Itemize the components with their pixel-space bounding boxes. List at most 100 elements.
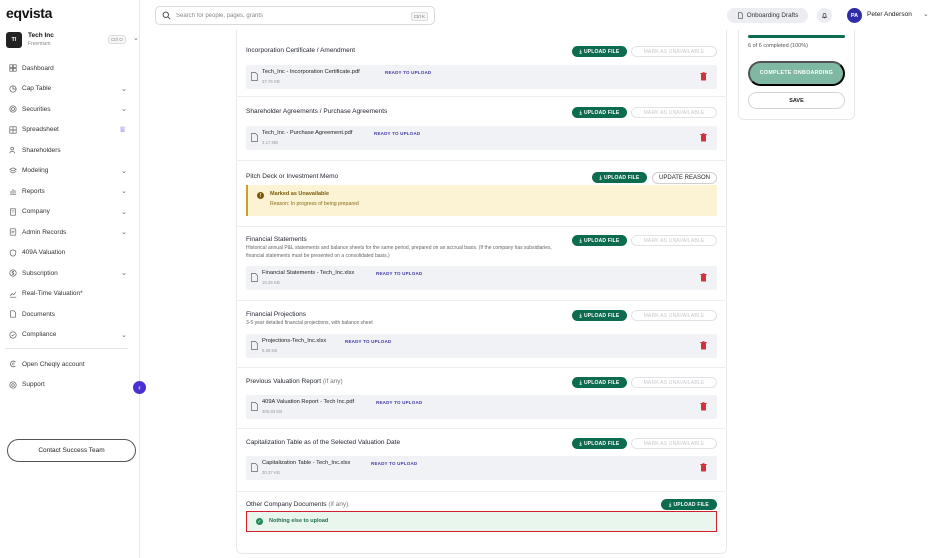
file-size: 30.37 KB bbox=[262, 470, 280, 475]
contact-success-team-button[interactable]: Contact Success Team bbox=[7, 439, 136, 462]
mark-as-unavailable-button[interactable]: MARK AS UNAVAILABLE bbox=[631, 377, 717, 388]
upload-file-button[interactable]: ⤓ UPLOAD FILE bbox=[592, 172, 647, 183]
ready-status: READY TO UPLOAD bbox=[345, 339, 392, 344]
chevron-down-icon: ⌄ bbox=[121, 188, 127, 195]
mark-as-unavailable-button[interactable]: MARK AS UNAVAILABLE bbox=[631, 310, 717, 321]
pie-icon bbox=[8, 84, 17, 93]
file-row: Financial Statements - Tech_Inc.xlsx 10.… bbox=[246, 266, 717, 290]
sidebar-item-label: Subscription bbox=[22, 269, 58, 277]
upload-file-button[interactable]: ⤓ UPLOAD FILE bbox=[572, 377, 627, 388]
notifications-button[interactable] bbox=[817, 8, 832, 23]
unavailable-title: Marked as Unavailable bbox=[270, 191, 330, 197]
ready-status: READY TO UPLOAD bbox=[376, 271, 423, 276]
trash-icon[interactable] bbox=[700, 273, 707, 282]
sidebar-item-label: Support bbox=[22, 381, 45, 389]
section-divider bbox=[236, 160, 727, 161]
file-name: 409A Valuation Report - Tech Inc.pdf bbox=[262, 399, 355, 405]
sidebar-item-dashboard[interactable]: Dashboard bbox=[0, 58, 140, 79]
trash-icon[interactable] bbox=[700, 402, 707, 411]
unavailable-notice: ! Marked as Unavailable Reason: In progr… bbox=[246, 185, 717, 216]
chevron-down-icon[interactable]: ⌄ bbox=[133, 34, 139, 42]
file-icon bbox=[251, 273, 258, 282]
sidebar-item-modeling[interactable]: Modeling ⌄ bbox=[0, 161, 140, 182]
complete-onboarding-button[interactable]: COMPLETE ONBOARDING bbox=[748, 61, 845, 86]
sidebar-item-shareholders[interactable]: Shareholders bbox=[0, 140, 140, 161]
download-icon: ⤓ bbox=[579, 237, 582, 244]
warning-icon: ! bbox=[257, 192, 264, 199]
optional-label: (if any) bbox=[322, 378, 343, 385]
section-divider bbox=[236, 226, 727, 227]
trash-icon[interactable] bbox=[700, 463, 707, 472]
progress-bar bbox=[748, 35, 845, 38]
sidebar-item-admin-records[interactable]: Admin Records ⌄ bbox=[0, 222, 140, 243]
help-icon bbox=[8, 380, 17, 389]
download-icon: ⤓ bbox=[579, 440, 582, 447]
file-size: 37.76 KB bbox=[262, 79, 280, 84]
unavailable-reason: Reason: In progress of being prepared bbox=[270, 201, 359, 207]
upload-file-button[interactable]: ⤓ UPLOAD FILE bbox=[572, 107, 627, 118]
upload-file-button[interactable]: ⤓ UPLOAD FILE bbox=[572, 310, 627, 321]
ready-status: READY TO UPLOAD bbox=[371, 461, 418, 466]
section-divider bbox=[236, 96, 727, 97]
upload-file-button[interactable]: ⤓ UPLOAD FILE bbox=[572, 438, 627, 449]
file-row: Capitalization Table - Tech_Inc.xlsx 30.… bbox=[246, 456, 717, 480]
sidebar-item-compliance[interactable]: Compliance ⌄ bbox=[0, 325, 140, 346]
ready-status: READY TO UPLOAD bbox=[385, 70, 432, 75]
document-description: 3-5 year detailed financial projections,… bbox=[246, 320, 373, 326]
mark-as-unavailable-button[interactable]: MARK AS UNAVAILABLE bbox=[631, 438, 717, 449]
sidebar-item-label: Compliance bbox=[22, 331, 57, 339]
upload-file-button[interactable]: ⤓ UPLOAD FILE bbox=[572, 235, 627, 246]
sidebar-item-open-cheqly-account[interactable]: Open Cheqly account bbox=[0, 354, 140, 375]
ready-status: READY TO UPLOAD bbox=[376, 400, 423, 405]
sidebar-item-reports[interactable]: Reports ⌄ bbox=[0, 181, 140, 202]
sidebar-nav: Dashboard Cap Table ⌄ Securities ⌄ Sprea… bbox=[0, 58, 140, 345]
check-circle-icon: ✓ bbox=[256, 518, 263, 525]
sidebar-item-label: 409A Valuation bbox=[22, 249, 66, 257]
file-size: 2.17 MB bbox=[262, 140, 279, 145]
sidebar-item-real-time-valuation[interactable]: Real-Time Valuation* bbox=[0, 284, 140, 305]
save-button[interactable]: SAVE bbox=[748, 92, 845, 109]
update-reason-button[interactable]: UPDATE REASON bbox=[652, 172, 717, 184]
sidebar-item-support[interactable]: Support bbox=[0, 375, 140, 396]
collapse-sidebar-icon[interactable]: ‹ bbox=[133, 381, 146, 394]
layers-icon bbox=[8, 166, 17, 175]
sidebar-item-subscription[interactable]: Subscription ⌄ bbox=[0, 263, 140, 284]
onboarding-drafts-button[interactable]: Onboarding Drafts bbox=[727, 8, 808, 23]
user-name[interactable]: Peter Anderson bbox=[867, 11, 912, 18]
check-shield-icon bbox=[8, 330, 17, 339]
user-avatar[interactable]: PA bbox=[847, 8, 862, 23]
sidebar-item-cap-table[interactable]: Cap Table ⌄ bbox=[0, 79, 140, 100]
draft-document-icon bbox=[737, 12, 743, 19]
download-icon: ⤓ bbox=[599, 174, 602, 181]
search-bar[interactable]: Ctrl K bbox=[155, 6, 435, 25]
sidebar-item-securities[interactable]: Securities ⌄ bbox=[0, 99, 140, 120]
search-input[interactable] bbox=[176, 12, 396, 19]
trash-icon[interactable] bbox=[700, 341, 707, 350]
sidebar: eqvista TI Tech Inc Freemium Ctrl O ⌄ Da… bbox=[0, 0, 140, 558]
sidebar-item-label: Spreadsheet bbox=[22, 126, 59, 134]
app-logo[interactable]: eqvista bbox=[6, 5, 52, 21]
company-switcher[interactable]: TI Tech Inc Freemium Ctrl O ⌄ bbox=[6, 30, 139, 50]
chevron-down-icon[interactable]: ⌄ bbox=[923, 10, 929, 18]
sidebar-item-409a-valuation[interactable]: 409A Valuation bbox=[0, 243, 140, 264]
sidebar-item-label: Modeling bbox=[22, 167, 49, 175]
file-icon bbox=[251, 133, 258, 142]
mark-as-unavailable-button[interactable]: MARK AS UNAVAILABLE bbox=[631, 46, 717, 57]
mark-as-unavailable-button[interactable]: MARK AS UNAVAILABLE bbox=[631, 107, 717, 118]
sidebar-item-spreadsheet[interactable]: Spreadsheet ♕ bbox=[0, 120, 140, 141]
upload-file-button[interactable]: ⤓ UPLOAD FILE bbox=[572, 46, 627, 57]
upload-file-button[interactable]: ⤓ UPLOAD FILE bbox=[661, 499, 717, 510]
chevron-down-icon: ⌄ bbox=[121, 85, 127, 93]
file-icon bbox=[251, 402, 258, 411]
ready-status: READY TO UPLOAD bbox=[374, 131, 421, 136]
document-title: Incorporation Certificate / Amendment bbox=[246, 47, 356, 54]
trash-icon[interactable] bbox=[700, 133, 707, 142]
sidebar-item-documents[interactable]: Documents bbox=[0, 304, 140, 325]
trash-icon[interactable] bbox=[700, 72, 707, 81]
mark-as-unavailable-button[interactable]: MARK AS UNAVAILABLE bbox=[631, 235, 717, 246]
chevron-down-icon: ⌄ bbox=[121, 229, 127, 236]
sidebar-item-label: Dashboard bbox=[22, 64, 54, 72]
sidebar-item-company[interactable]: Company ⌄ bbox=[0, 202, 140, 223]
file-size: 306.83 KB bbox=[262, 409, 283, 414]
company-name: Tech Inc bbox=[28, 32, 54, 39]
